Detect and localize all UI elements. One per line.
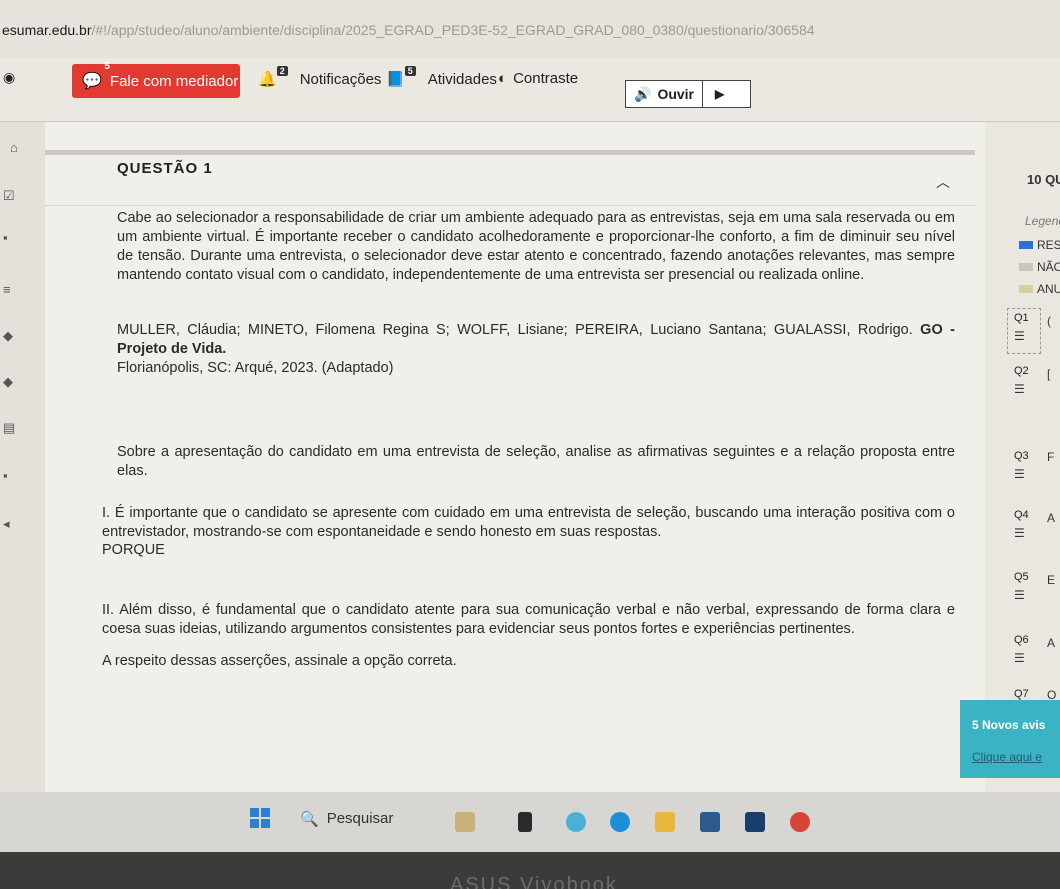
question-navigator-panel: 10 QU Legend RES NÃO ANU Q1☰ ( Q2☰ [ Q3☰… — [985, 122, 1060, 792]
home-icon[interactable]: ⌂ — [10, 140, 18, 155]
question-context-paragraph: Cabe ao selecionador a responsabilidade … — [117, 210, 955, 283]
store-icon[interactable] — [700, 812, 720, 832]
mediator-label: Fale com mediador — [109, 72, 239, 90]
notifications-button[interactable]: 🔔 2 Notificações — [258, 66, 382, 88]
activities-label: Atividades — [427, 70, 497, 88]
fale-com-mediador-button[interactable]: 💬 5 Fale com mediador — [72, 61, 240, 98]
contrast-label: Contraste — [513, 70, 579, 87]
nav-icon[interactable]: ▤ — [3, 420, 15, 436]
chrome-icon[interactable] — [790, 812, 810, 832]
widgets-icon[interactable] — [455, 812, 475, 832]
url-path: /#!/app/studeo/aluno/ambiente/disciplina… — [91, 22, 815, 38]
nav-icon[interactable]: ◂ — [3, 516, 10, 532]
app-icon[interactable] — [745, 812, 765, 832]
play-icon[interactable]: ▶ — [703, 87, 724, 101]
notice-title: 5 Novos avis — [972, 718, 1046, 732]
legend-item: ANU — [1019, 282, 1060, 296]
speaker-icon: 🔊 — [634, 85, 652, 102]
task-view-icon[interactable] — [518, 812, 532, 832]
contrast-button[interactable]: ◐ Contraste — [498, 70, 578, 87]
q1-answer: ( — [1047, 314, 1051, 328]
app-toolbar: ◉ 💬 5 Fale com mediador 🔔 2 Notificações 📘… — [0, 58, 1060, 122]
nav-icon[interactable]: ◆ — [3, 374, 13, 390]
nav-icon[interactable]: ▪ — [3, 230, 8, 245]
question-header — [45, 150, 975, 206]
navigator-header: 10 QU — [1027, 172, 1060, 187]
nav-icon[interactable]: ▪ — [3, 468, 8, 483]
menu-circle-icon[interactable]: ◉ — [3, 69, 15, 86]
listen-label: Ouvir — [657, 86, 695, 102]
os-taskbar: 🔍 Pesquisar — [0, 792, 1060, 852]
q4-answer: A — [1047, 511, 1056, 525]
mediator-count: 5 — [104, 61, 110, 72]
windows-start-icon[interactable] — [250, 808, 270, 828]
question-title: QUESTÃO 1 — [117, 160, 213, 177]
question-nav-item-q2[interactable]: Q2 ☰ — [1007, 361, 1041, 407]
contrast-toggle-icon: ◐ — [498, 70, 508, 87]
assertion-connector: PORQUE — [102, 542, 165, 558]
assertion-two: II. Além disso, é fundamental que o cand… — [102, 602, 955, 637]
url-host: esumar.edu.br — [2, 22, 92, 38]
listen-button[interactable]: 🔊 Ouvir — [626, 81, 704, 107]
q2-answer: [ — [1047, 367, 1051, 381]
legend-item: NÃO — [1019, 260, 1060, 274]
q6-answer: A — [1047, 636, 1056, 650]
chat-bubbles-icon: 💬 5 — [82, 61, 110, 90]
listen-player[interactable]: 🔊 Ouvir ▶ — [625, 80, 751, 108]
question-nav-item-q4[interactable]: Q4 ☰ — [1007, 505, 1041, 551]
legend-title: Legend — [1025, 214, 1060, 228]
q3-answer: F — [1047, 450, 1055, 464]
q5-answer: E — [1047, 573, 1056, 587]
question-nav-item-q5[interactable]: Q5 ☰ — [1007, 567, 1041, 613]
question-instruction: A respeito dessas asserções, assinale a … — [102, 653, 457, 669]
file-explorer-icon[interactable] — [655, 812, 675, 832]
activities-badge: 5 — [404, 66, 416, 76]
taskbar-search[interactable]: 🔍 Pesquisar — [300, 810, 393, 828]
legend-item: RES — [1019, 238, 1060, 252]
nav-icon[interactable]: ◆ — [3, 328, 13, 344]
notifications-label: Notificações — [299, 70, 382, 88]
notice-popup[interactable]: 5 Novos avis Clique aqui e — [960, 700, 1060, 778]
address-bar[interactable]: esumar.edu.br/#!/app/studeo/aluno/ambien… — [0, 0, 1060, 58]
citation-place: Florianópolis, SC: Arqué, 2023. (Adaptad… — [117, 360, 394, 376]
question-prompt: Sobre a apresentação do candidato em uma… — [117, 444, 955, 479]
question-nav-item-q1[interactable]: Q1 ☰ — [1007, 308, 1041, 354]
bell-icon: 🔔 — [258, 71, 277, 88]
laptop-brand-logo: ASUS Vivobook — [450, 874, 618, 889]
citation-authors: MULLER, Cláudia; MINETO, Filomena Regina… — [117, 322, 913, 338]
left-navigation-rail: ⌂ ☑ ▪ ≡ ◆ ◆ ▤ ▪ ◂ — [0, 122, 45, 792]
question-nav-item-q3[interactable]: Q3 ☰ — [1007, 446, 1041, 492]
notifications-badge: 2 — [276, 66, 288, 76]
question-nav-item-q6[interactable]: Q6 ☰ — [1007, 630, 1041, 676]
taskbar-search-label: Pesquisar — [326, 810, 394, 827]
copilot-icon[interactable] — [566, 812, 586, 832]
collapse-chevron-icon[interactable]: ︿ — [936, 172, 950, 192]
question-citation: MULLER, Cláudia; MINETO, Filomena Regina… — [117, 321, 955, 378]
activities-button[interactable]: 📘 5 Atividades — [386, 66, 497, 88]
nav-icon[interactable]: ≡ — [3, 282, 11, 297]
notice-link[interactable]: Clique aqui e — [972, 750, 1042, 764]
checklist-icon[interactable]: ☑ — [3, 188, 15, 204]
assertion-one: I. É importante que o candidato se apres… — [102, 505, 955, 540]
search-icon: 🔍 — [300, 811, 319, 828]
edge-browser-icon[interactable] — [610, 812, 630, 832]
activities-icon: 📘 — [386, 71, 405, 88]
